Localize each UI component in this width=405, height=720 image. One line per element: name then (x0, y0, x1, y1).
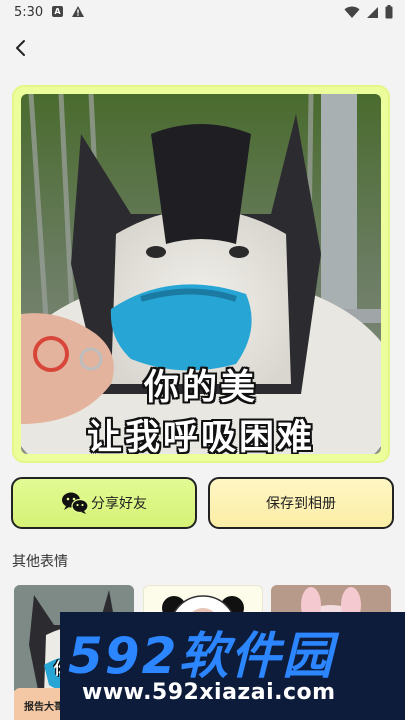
share-friends-button[interactable]: 分享好友 (11, 477, 197, 529)
watermark-url: www.592xiazai.com (82, 680, 336, 705)
signal-icon (367, 6, 378, 18)
sticker-caption: 报告大哥 (24, 702, 64, 713)
share-friends-label: 分享好友 (91, 496, 147, 512)
watermark-brand-number: 592 (68, 627, 179, 685)
meme-preview-card: 你的美 让我呼吸困难 (12, 85, 390, 463)
meme-caption-line1: 你的美 (143, 368, 258, 408)
wechat-icon (62, 492, 89, 514)
meme-caption-line2: 让我呼吸困难 (86, 418, 315, 454)
back-chevron-icon[interactable] (10, 36, 34, 60)
battery-icon (385, 5, 393, 19)
watermark-brand: 592软件园 (68, 616, 334, 688)
a-badge-icon: A (52, 6, 63, 17)
status-bar: 5:30 A (0, 0, 405, 26)
other-stickers-title: 其他表情 (12, 554, 68, 570)
save-to-album-button[interactable]: 保存到相册 (208, 477, 394, 529)
status-time: 5:30 (14, 5, 44, 20)
watermark-brand-text: 软件园 (178, 627, 335, 685)
watermark-banner: 592软件园 www.592xiazai.com (60, 612, 405, 720)
warning-icon (72, 6, 84, 17)
save-to-album-label: 保存到相册 (266, 496, 336, 512)
wifi-icon (344, 6, 360, 18)
meme-image[interactable]: 你的美 让我呼吸困难 (21, 94, 381, 454)
